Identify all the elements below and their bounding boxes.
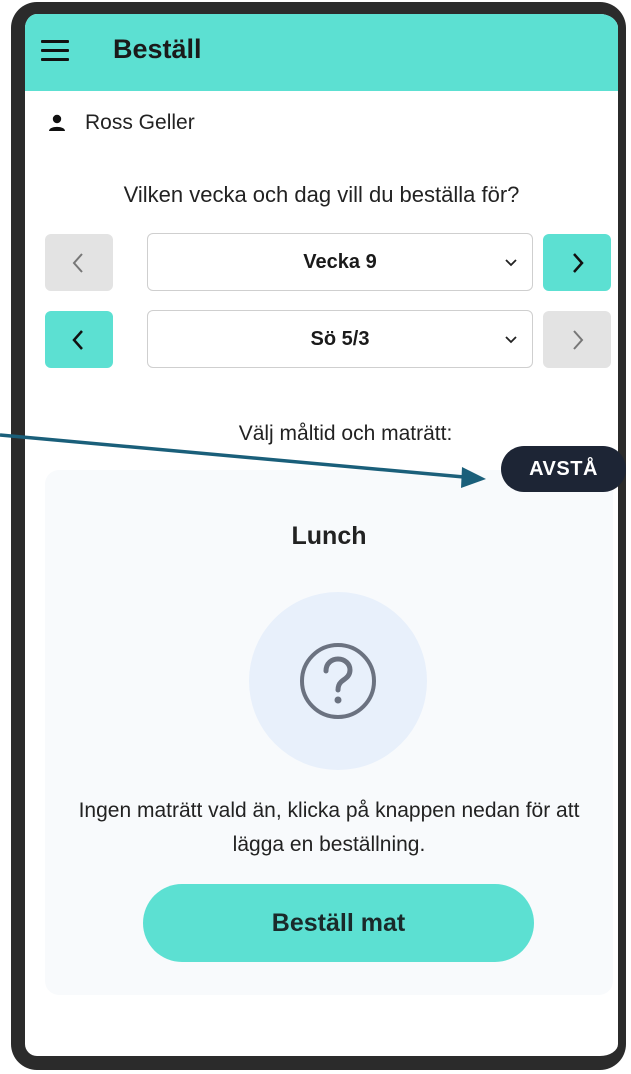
- chevron-left-icon: [72, 252, 83, 273]
- page-title: Beställ: [113, 34, 202, 64]
- stage: Beställ Ross Geller Vilken vecka och dag…: [0, 0, 631, 1074]
- chevron-down-icon: [505, 259, 517, 267]
- avsta-badge: AVSTÅ: [501, 446, 626, 492]
- meal-title: Lunch: [291, 522, 367, 550]
- prev-week-button[interactable]: [45, 234, 113, 291]
- app-screen: Beställ Ross Geller Vilken vecka och dag…: [25, 14, 618, 1056]
- empty-state-text: Ingen maträtt vald än, klicka på knappen…: [78, 799, 580, 856]
- order-food-button-label: Beställ mat: [271, 908, 406, 937]
- chevron-left-icon: [72, 329, 83, 350]
- person-icon: [49, 114, 65, 131]
- chevron-down-icon: [505, 336, 517, 344]
- user-info: Ross Geller: [47, 108, 195, 138]
- week-day-question: Vilken vecka och dag vill du beställa fö…: [123, 182, 520, 207]
- order-food-button[interactable]: Beställ mat: [143, 884, 534, 962]
- app-header: Beställ: [25, 14, 618, 91]
- phone-frame: Beställ Ross Geller Vilken vecka och dag…: [11, 2, 626, 1070]
- question-mark-circle-icon: [300, 643, 376, 719]
- next-day-button[interactable]: [543, 311, 611, 368]
- day-select-value: Sö 5/3: [310, 327, 370, 350]
- week-select-value: Vecka 9: [303, 250, 377, 273]
- empty-state-circle: [249, 592, 427, 770]
- day-select[interactable]: Sö 5/3: [147, 310, 533, 368]
- week-select[interactable]: Vecka 9: [147, 233, 533, 291]
- chevron-right-icon: [573, 329, 584, 350]
- meal-card: Lunch Ingen maträtt vald än, klicka på k…: [45, 470, 613, 995]
- user-name: Ross Geller: [85, 111, 195, 134]
- chevron-right-icon: [573, 252, 584, 273]
- hamburger-menu-icon[interactable]: [41, 40, 69, 62]
- meal-prompt: Välj måltid och maträtt:: [238, 422, 453, 445]
- prev-day-button[interactable]: [45, 311, 113, 368]
- avsta-label: AVSTÅ: [529, 457, 598, 480]
- next-week-button[interactable]: [543, 234, 611, 291]
